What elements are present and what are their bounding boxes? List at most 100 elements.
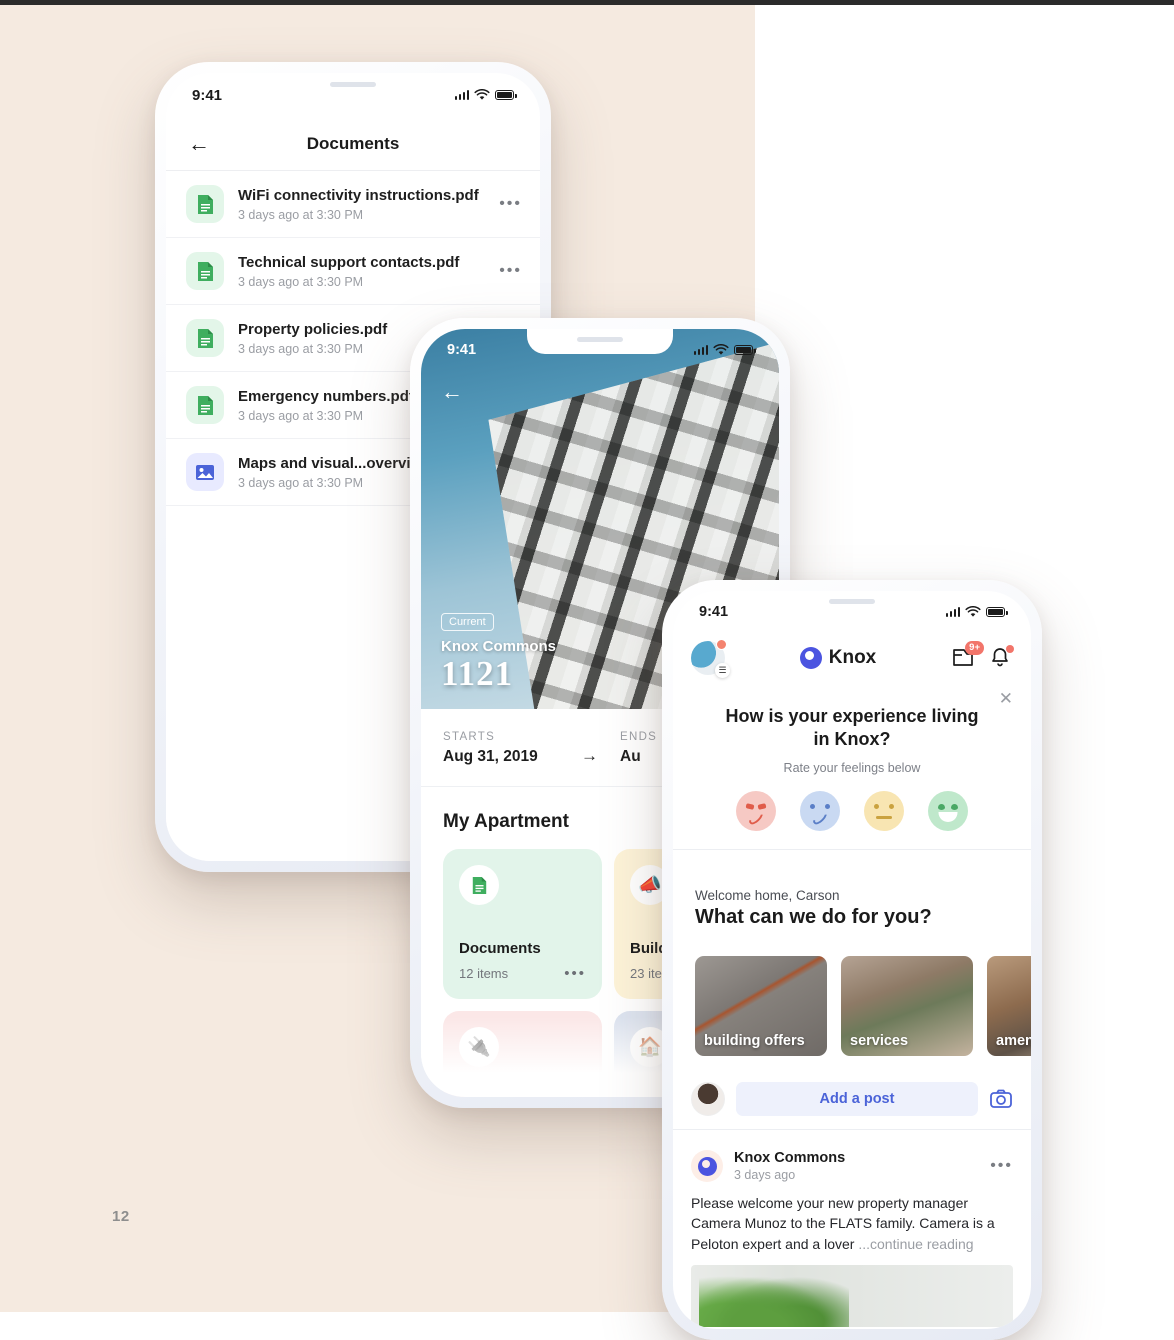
- inbox-badge: 9+: [965, 641, 984, 655]
- document-name: Emergency numbers.pdf: [238, 387, 414, 405]
- section-title: My Apartment: [443, 811, 569, 832]
- category-label: building offers: [704, 1033, 805, 1049]
- document-meta: 3 days ago at 3:30 PM: [238, 274, 364, 289]
- signal-icon: [945, 607, 960, 617]
- welcome-block: Welcome home, Carson What can we do for …: [695, 888, 932, 929]
- post-timestamp: 3 days ago: [734, 1168, 796, 1182]
- ends-value: Au: [620, 748, 641, 765]
- post-composer: Add a post: [673, 1071, 1031, 1130]
- knox-logo-icon: [799, 647, 822, 669]
- document-name: WiFi connectivity instructions.pdf: [238, 186, 479, 204]
- battery-icon: [734, 345, 756, 355]
- documents-header: ← Documents: [166, 117, 540, 171]
- starts-value: Aug 31, 2019: [443, 748, 538, 765]
- starts-label: STARTS: [443, 731, 496, 743]
- document-name: Maps and visual...overview: [238, 454, 431, 472]
- more-options-icon[interactable]: •••: [499, 196, 522, 212]
- notification-dot: [1006, 645, 1014, 653]
- menu-icon[interactable]: ☰: [715, 663, 730, 678]
- phone-knox-feed: 9:41 ☰ Knox 9+ ✕ How is your experience …: [662, 580, 1042, 1340]
- list-item-text: WiFi connectivity instructions.pdf 3 day…: [238, 187, 499, 222]
- document-icon: [459, 865, 499, 905]
- speaker-grill: [829, 599, 875, 604]
- experience-survey: ✕ How is your experience living in Knox?…: [673, 683, 1031, 850]
- more-options-icon[interactable]: •••: [499, 263, 522, 279]
- status-badge: Current: [441, 612, 494, 631]
- property-hero-info: Current Knox Commons 1121: [441, 612, 556, 694]
- list-item[interactable]: WiFi connectivity instructions.pdf 3 day…: [166, 171, 540, 238]
- status-time: 9:41: [447, 342, 477, 358]
- knox-feed-screen: 9:41 ☰ Knox 9+ ✕ How is your experience …: [673, 591, 1031, 1329]
- page-number: 12: [112, 1208, 130, 1225]
- post-body: Please welcome your new property manager…: [691, 1193, 1013, 1254]
- top-edge-bar: [0, 0, 1174, 5]
- unit-number: 1121: [441, 653, 514, 693]
- signal-icon: [454, 90, 469, 100]
- category-label: amenities: [996, 1033, 1031, 1049]
- post-author-block: Knox Commons 3 days ago: [734, 1150, 990, 1182]
- battery-icon: [495, 90, 517, 100]
- status-icons: [454, 89, 517, 101]
- speaker-grill: [577, 337, 623, 342]
- tile-count: 12 items: [459, 966, 509, 981]
- sad-face[interactable]: [800, 790, 840, 831]
- speaker-grill: [330, 82, 376, 87]
- lease-start: STARTS Aug 31, 2019: [443, 731, 563, 766]
- welcome-greeting: Welcome home, Carson: [695, 888, 840, 903]
- rating-faces: [695, 790, 1009, 831]
- property-name: Knox Commons: [441, 637, 557, 655]
- category-building-offers[interactable]: building offers: [695, 956, 827, 1056]
- status-icons: [693, 344, 756, 356]
- document-icon: [186, 252, 224, 290]
- brand-name: Knox: [828, 647, 877, 668]
- battery-icon: [986, 607, 1008, 617]
- wifi-icon: [474, 89, 490, 100]
- survey-question: How is your experience living in Knox?: [725, 706, 979, 750]
- status-time: 9:41: [192, 86, 223, 104]
- knox-logo-icon: [691, 1150, 723, 1182]
- header-actions: 9+: [951, 641, 1014, 670]
- tile-documents[interactable]: Documents 12 items •••: [443, 849, 602, 999]
- document-name: Technical support contacts.pdf: [238, 253, 460, 271]
- survey-subtitle: Rate your feelings below: [783, 760, 921, 775]
- heart-eyes-face[interactable]: [928, 790, 968, 831]
- user-avatar[interactable]: [691, 1082, 725, 1116]
- category-cards: building offers services amenities: [695, 956, 1031, 1056]
- post-header: Knox Commons 3 days ago •••: [691, 1150, 1013, 1182]
- document-icon: [186, 185, 224, 223]
- camera-icon[interactable]: [989, 1088, 1013, 1110]
- arrow-left-icon[interactable]: ←: [441, 379, 463, 405]
- wifi-icon: [965, 606, 981, 617]
- document-meta: 3 days ago at 3:30 PM: [238, 207, 364, 222]
- welcome-prompt: What can we do for you?: [695, 906, 932, 928]
- status-time: 9:41: [699, 604, 729, 620]
- list-item[interactable]: Technical support contacts.pdf 3 days ag…: [166, 238, 540, 305]
- add-post-button[interactable]: Add a post: [736, 1082, 978, 1116]
- bell-icon[interactable]: [989, 645, 1014, 670]
- brand: Knox: [799, 647, 877, 669]
- tile-label: Documents: [459, 940, 541, 957]
- document-icon: [186, 386, 224, 424]
- more-options-icon[interactable]: •••: [990, 1158, 1013, 1174]
- more-options-icon[interactable]: •••: [564, 966, 586, 981]
- category-amenities[interactable]: amenities: [987, 956, 1031, 1056]
- category-label: services: [850, 1033, 909, 1049]
- angry-face[interactable]: [736, 790, 776, 831]
- page-title: Documents: [306, 133, 400, 153]
- wifi-icon: [713, 344, 729, 355]
- arrow-right-icon: →: [581, 745, 598, 765]
- app-header: ☰ Knox 9+: [673, 633, 1031, 683]
- property-avatar[interactable]: ☰: [691, 639, 730, 678]
- close-icon[interactable]: ✕: [999, 689, 1013, 709]
- post-image: [691, 1264, 1013, 1327]
- category-services[interactable]: services: [841, 956, 973, 1056]
- continue-reading-link[interactable]: ...continue reading: [858, 1236, 973, 1252]
- post-author: Knox Commons: [734, 1150, 846, 1166]
- image-icon: [186, 453, 224, 491]
- signal-icon: [693, 345, 708, 355]
- neutral-face[interactable]: [864, 790, 904, 831]
- document-icon: [186, 319, 224, 357]
- inbox-icon[interactable]: 9+: [951, 641, 984, 670]
- feed-post: Knox Commons 3 days ago ••• Please welco…: [673, 1136, 1031, 1327]
- list-item-text: Technical support contacts.pdf 3 days ag…: [238, 254, 499, 289]
